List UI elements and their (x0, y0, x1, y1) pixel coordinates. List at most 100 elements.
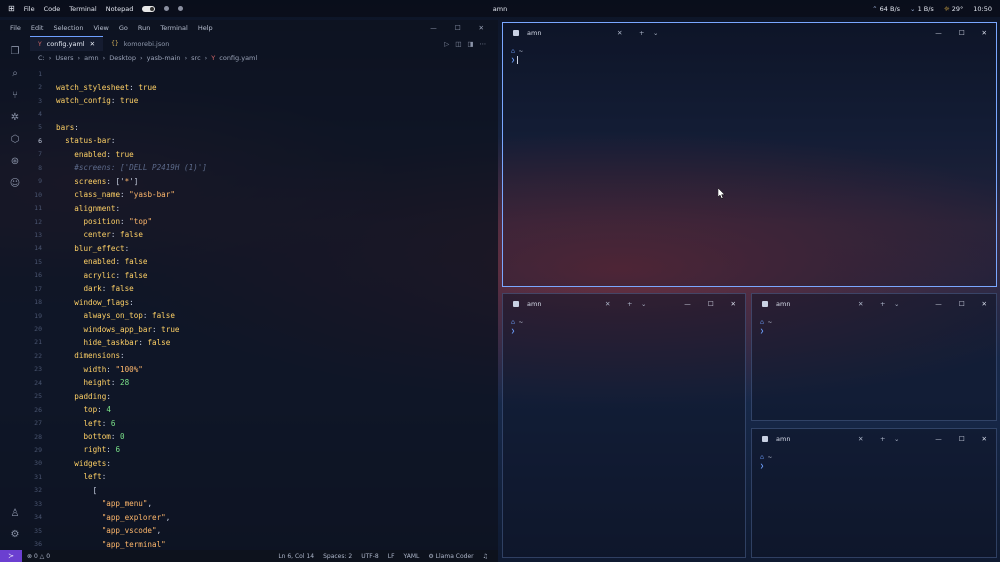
code-line[interactable]: 35 "app_vscode", (30, 524, 498, 537)
code-line[interactable]: 7 enabled: true (30, 148, 498, 161)
code-editor[interactable]: 1 2 watch_stylesheet: true 3 watch_config: t… (30, 67, 498, 550)
settings-gear-icon[interactable]: ⚙ (11, 529, 20, 540)
menu-terminal[interactable]: Terminal (160, 24, 187, 32)
code-line[interactable]: 20 windows_app_bar: true (30, 322, 498, 335)
terminal-body[interactable]: ⌂ ~ ❯ (752, 449, 996, 475)
breadcrumb-item[interactable]: Users (55, 54, 73, 62)
new-tab-plus-icon[interactable]: + (880, 300, 894, 308)
explorer-icon[interactable]: ❐ (11, 46, 20, 57)
code-line[interactable]: 32 [ (30, 484, 498, 497)
terminal-window-main[interactable]: amn ✕ + ⌄ — ☐ ✕ ⌂ ~ ❯ (502, 22, 997, 287)
end-of-line[interactable]: LF (388, 553, 395, 560)
code-line[interactable]: 12 position: "top" (30, 215, 498, 228)
new-tab-plus-icon[interactable]: + (880, 435, 894, 443)
tab-close-icon[interactable]: ✕ (605, 300, 621, 308)
code-line[interactable]: 33 "app_menu", (30, 497, 498, 510)
topbar-menu-terminal[interactable]: Terminal (69, 5, 96, 13)
llama-coder-status[interactable]: ⚙ Llama Coder (428, 553, 473, 560)
menu-view[interactable]: View (93, 24, 108, 32)
new-tab-plus-icon[interactable]: + (639, 29, 653, 37)
start-grid-icon[interactable]: ⊞ (8, 4, 15, 13)
close-icon[interactable]: ✕ (731, 300, 736, 308)
minimize-icon[interactable]: — (684, 300, 691, 308)
terminal-window-middle-right[interactable]: amn ✕ + ⌄ — ☐ ✕ ⌂ ~ ❯ (751, 293, 997, 421)
compare-icon[interactable]: ◫ (455, 40, 461, 48)
tab-komorebi-json[interactable]: {} komorebi.json (103, 36, 177, 51)
code-line[interactable]: 34 "app_explorer", (30, 510, 498, 523)
code-line[interactable]: 2 watch_stylesheet: true (30, 80, 498, 93)
code-line[interactable]: 27 left: 6 (30, 416, 498, 429)
source-control-icon[interactable]: ⑂ (12, 90, 18, 101)
cursor-position[interactable]: Ln 6, Col 14 (278, 553, 314, 560)
code-line[interactable]: 14 blur_effect: (30, 242, 498, 255)
language-mode[interactable]: YAML (404, 553, 420, 560)
maximize-icon[interactable]: ☐ (708, 300, 714, 308)
code-line[interactable]: 6 status-bar: (30, 134, 498, 147)
code-line[interactable]: 8 #screens: ['DELL P2419H (1)'] (30, 161, 498, 174)
chevron-down-icon[interactable]: ⌄ (641, 300, 655, 308)
terminal-window-bottom-right[interactable]: amn ✕ + ⌄ — ☐ ✕ ⌂ ~ ❯ (751, 428, 997, 558)
terminal-window-bottom-left[interactable]: amn ✕ + ⌄ — ☐ ✕ ⌂ ~ ❯ (502, 293, 746, 558)
minimize-icon[interactable]: — (935, 300, 942, 308)
terminal-body[interactable]: ⌂ ~ ❯ (752, 314, 996, 340)
tab-close-icon[interactable]: ✕ (90, 40, 95, 48)
code-line[interactable]: 1 (30, 67, 498, 80)
problems-indicator[interactable]: ⊗ 0 △ 0 (27, 553, 50, 560)
terminal-body[interactable]: ⌂ ~ ❯ (503, 43, 996, 69)
encoding[interactable]: UTF-8 (361, 553, 379, 560)
breadcrumb-item[interactable]: config.yaml (219, 54, 257, 62)
code-line[interactable]: 9 screens: [' * '] (30, 175, 498, 188)
code-line[interactable]: 36 "app_terminal" (30, 537, 498, 550)
minimize-icon[interactable]: — (430, 24, 437, 32)
code-line[interactable]: 18 window_flags: (30, 295, 498, 308)
workspace-dot[interactable] (178, 6, 184, 11)
code-line[interactable]: 4 (30, 107, 498, 120)
breadcrumb-item[interactable]: amn (84, 54, 98, 62)
indentation[interactable]: Spaces: 2 (323, 553, 352, 560)
copilot-icon[interactable]: ☺ (10, 178, 20, 189)
code-line[interactable]: 29 right: 6 (30, 443, 498, 456)
topbar-menu-file[interactable]: File (24, 5, 35, 13)
notifications-bell-icon[interactable]: ♫ (483, 553, 488, 560)
menu-help[interactable]: Help (198, 24, 213, 32)
code-line[interactable]: 10 class_name: "yasb-bar" (30, 188, 498, 201)
code-line[interactable]: 25 padding: (30, 390, 498, 403)
tab-close-icon[interactable]: ✕ (858, 435, 874, 443)
split-editor-icon[interactable]: ◨ (467, 40, 473, 48)
topbar-menu-notepad[interactable]: Notepad (106, 5, 134, 13)
menu-go[interactable]: Go (119, 24, 128, 32)
remote-icon[interactable]: ⊛ (11, 156, 19, 167)
breadcrumb-item[interactable]: Desktop (109, 54, 136, 62)
terminal-tab-label[interactable]: amn (776, 300, 858, 308)
breadcrumb-item[interactable]: src (191, 54, 201, 62)
terminal-tab-label[interactable]: amn (776, 435, 858, 443)
code-line[interactable]: 24 height: 28 (30, 376, 498, 389)
maximize-icon[interactable]: ☐ (959, 300, 965, 308)
code-line[interactable]: 5 bars: (30, 121, 498, 134)
close-icon[interactable]: ✕ (982, 29, 987, 37)
tab-config-yaml[interactable]: Y config.yaml ✕ (30, 36, 104, 51)
menu-file[interactable]: File (10, 24, 21, 32)
menu-edit[interactable]: Edit (31, 24, 44, 32)
terminal-tab-label[interactable]: amn (527, 29, 617, 37)
code-line[interactable]: 31 left: (30, 470, 498, 483)
topbar-menu-code[interactable]: Code (44, 5, 61, 13)
code-line[interactable]: 28 bottom: 0 (30, 430, 498, 443)
workspace-dot[interactable] (164, 6, 170, 11)
terminal-tab-label[interactable]: amn (527, 300, 605, 308)
close-icon[interactable]: ✕ (479, 24, 484, 32)
close-icon[interactable]: ✕ (982, 435, 987, 443)
breadcrumb-item[interactable]: C: (38, 54, 45, 62)
code-line[interactable]: 19 always_on_top: false (30, 309, 498, 322)
code-line[interactable]: 21 hide_taskbar: false (30, 336, 498, 349)
close-icon[interactable]: ✕ (982, 300, 987, 308)
account-icon[interactable]: ♙ (11, 508, 20, 519)
code-line[interactable]: 26 top: 4 (30, 403, 498, 416)
chevron-down-icon[interactable]: ⌄ (894, 300, 908, 308)
new-tab-plus-icon[interactable]: + (627, 300, 641, 308)
chevron-down-icon[interactable]: ⌄ (653, 29, 667, 37)
minimize-icon[interactable]: — (935, 435, 942, 443)
code-line[interactable]: 23 width: "100%" (30, 363, 498, 376)
breadcrumb-item[interactable]: yasb-main (147, 54, 181, 62)
menu-run[interactable]: Run (138, 24, 150, 32)
